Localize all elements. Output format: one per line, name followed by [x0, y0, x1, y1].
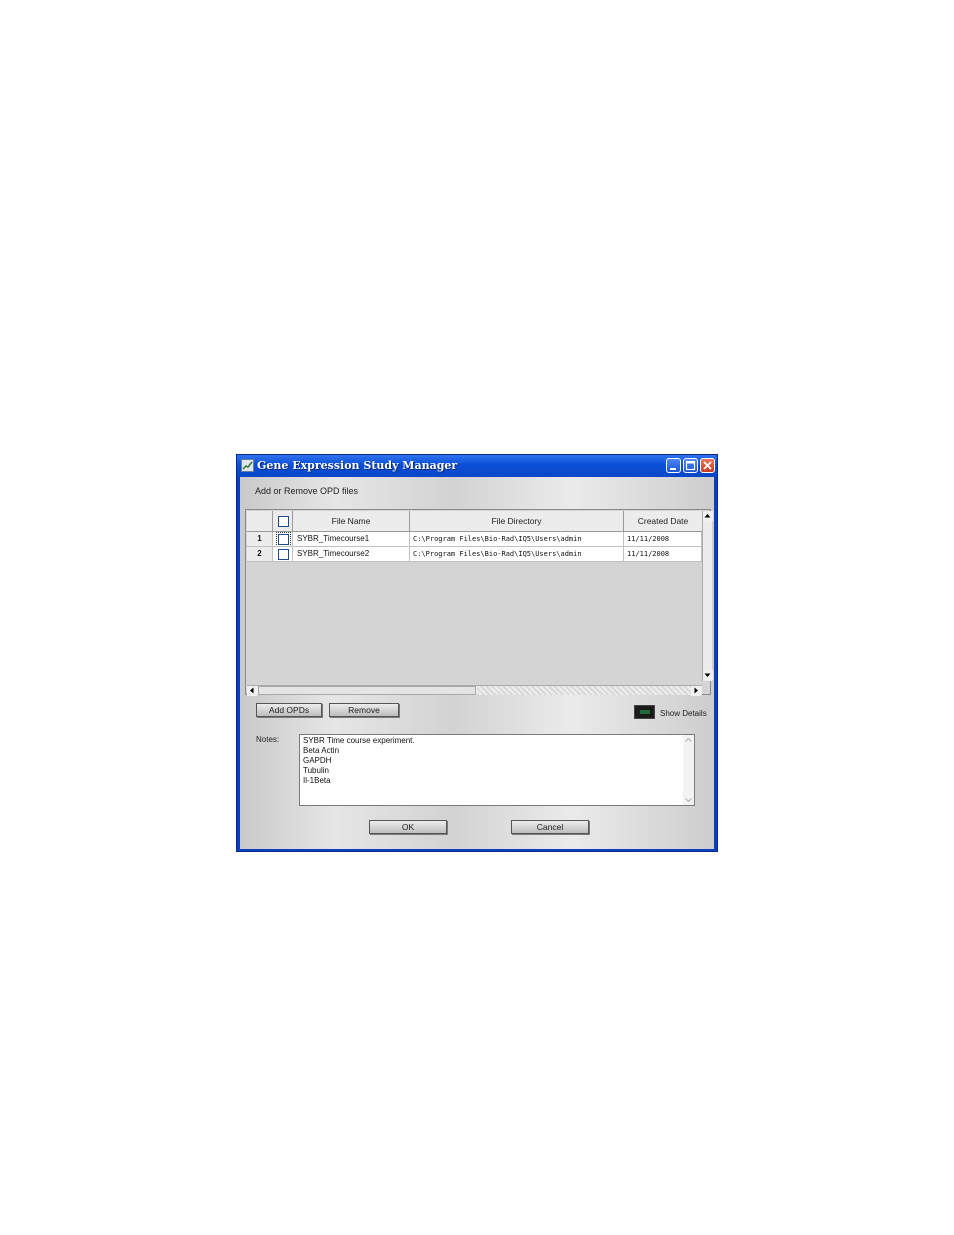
gene-expression-study-manager-window: Gene Expression Study Manager Add or Rem… [236, 454, 718, 852]
select-all-header [273, 511, 293, 532]
row-checkbox[interactable] [276, 532, 291, 546]
close-button[interactable] [700, 458, 715, 473]
add-opds-button[interactable]: Add OPDs [256, 703, 322, 717]
horizontal-scroll-thumb[interactable] [258, 686, 476, 695]
show-details-label: Show Details [660, 709, 707, 718]
created-date-cell[interactable]: 11/11/2008 [624, 547, 702, 562]
toggle-led-icon [640, 710, 650, 714]
table-horizontal-scrollbar[interactable] [247, 685, 702, 696]
notes-label: Notes: [256, 735, 280, 744]
notes-line: GAPDH [303, 756, 332, 765]
notes-line: SYBR Time course experiment. [303, 736, 415, 745]
select-all-checkbox[interactable] [278, 516, 289, 527]
app-icon [241, 459, 254, 472]
scroll-down-arrow-icon[interactable] [703, 670, 713, 680]
row-checkbox[interactable] [278, 549, 289, 560]
file-directory-cell[interactable]: C:\Program Files\Bio-Rad\IQ5\Users\admin [410, 532, 624, 547]
row-number: 1 [247, 532, 273, 547]
row-number-header [247, 511, 273, 532]
file-directory-cell[interactable]: C:\Program Files\Bio-Rad\IQ5\Users\admin [410, 547, 624, 562]
table-row[interactable]: 1 SYBR_Timecourse1 C:\Program Files\Bio-… [247, 532, 702, 547]
file-directory-header[interactable]: File Directory [410, 511, 624, 532]
notes-line: Tubulin [303, 766, 329, 775]
row-select-cell [273, 532, 293, 547]
notes-line: Il-1Beta [303, 776, 331, 785]
section-label: Add or Remove OPD files [255, 486, 359, 496]
notes-line: Beta Actin [303, 746, 340, 755]
row-select-cell [273, 547, 293, 562]
horizontal-scroll-track[interactable] [477, 686, 691, 695]
scroll-right-arrow-icon[interactable] [691, 686, 701, 696]
dialog-body: Add or Remove OPD files File Name File D… [240, 477, 714, 849]
show-details-toggle[interactable] [634, 705, 655, 719]
scroll-up-arrow-icon[interactable] [703, 511, 713, 521]
file-name-header[interactable]: File Name [293, 511, 410, 532]
title-bar[interactable]: Gene Expression Study Manager [237, 455, 717, 477]
row-number: 2 [247, 547, 273, 562]
table-vertical-scrollbar[interactable] [702, 511, 713, 681]
file-name-cell[interactable]: SYBR_Timecourse2 [293, 547, 410, 562]
created-date-cell[interactable]: 11/11/2008 [624, 532, 702, 547]
created-date-header[interactable]: Created Date [624, 511, 702, 532]
opd-files-table: File Name File Directory Created Date 1 … [245, 509, 713, 696]
window-title: Gene Expression Study Manager [257, 459, 458, 472]
table-row[interactable]: 2 SYBR_Timecourse2 C:\Program Files\Bio-… [247, 547, 702, 562]
minimize-button[interactable] [666, 458, 681, 473]
maximize-button[interactable] [683, 458, 698, 473]
ok-button[interactable]: OK [369, 820, 447, 834]
remove-button[interactable]: Remove [329, 703, 399, 717]
notes-scrollbar[interactable] [683, 735, 694, 805]
cancel-button[interactable]: Cancel [511, 820, 589, 834]
notes-textarea[interactable]: SYBR Time course experiment. Beta Actin … [299, 734, 695, 806]
file-name-cell[interactable]: SYBR_Timecourse1 [293, 532, 410, 547]
scroll-left-arrow-icon[interactable] [247, 686, 257, 696]
